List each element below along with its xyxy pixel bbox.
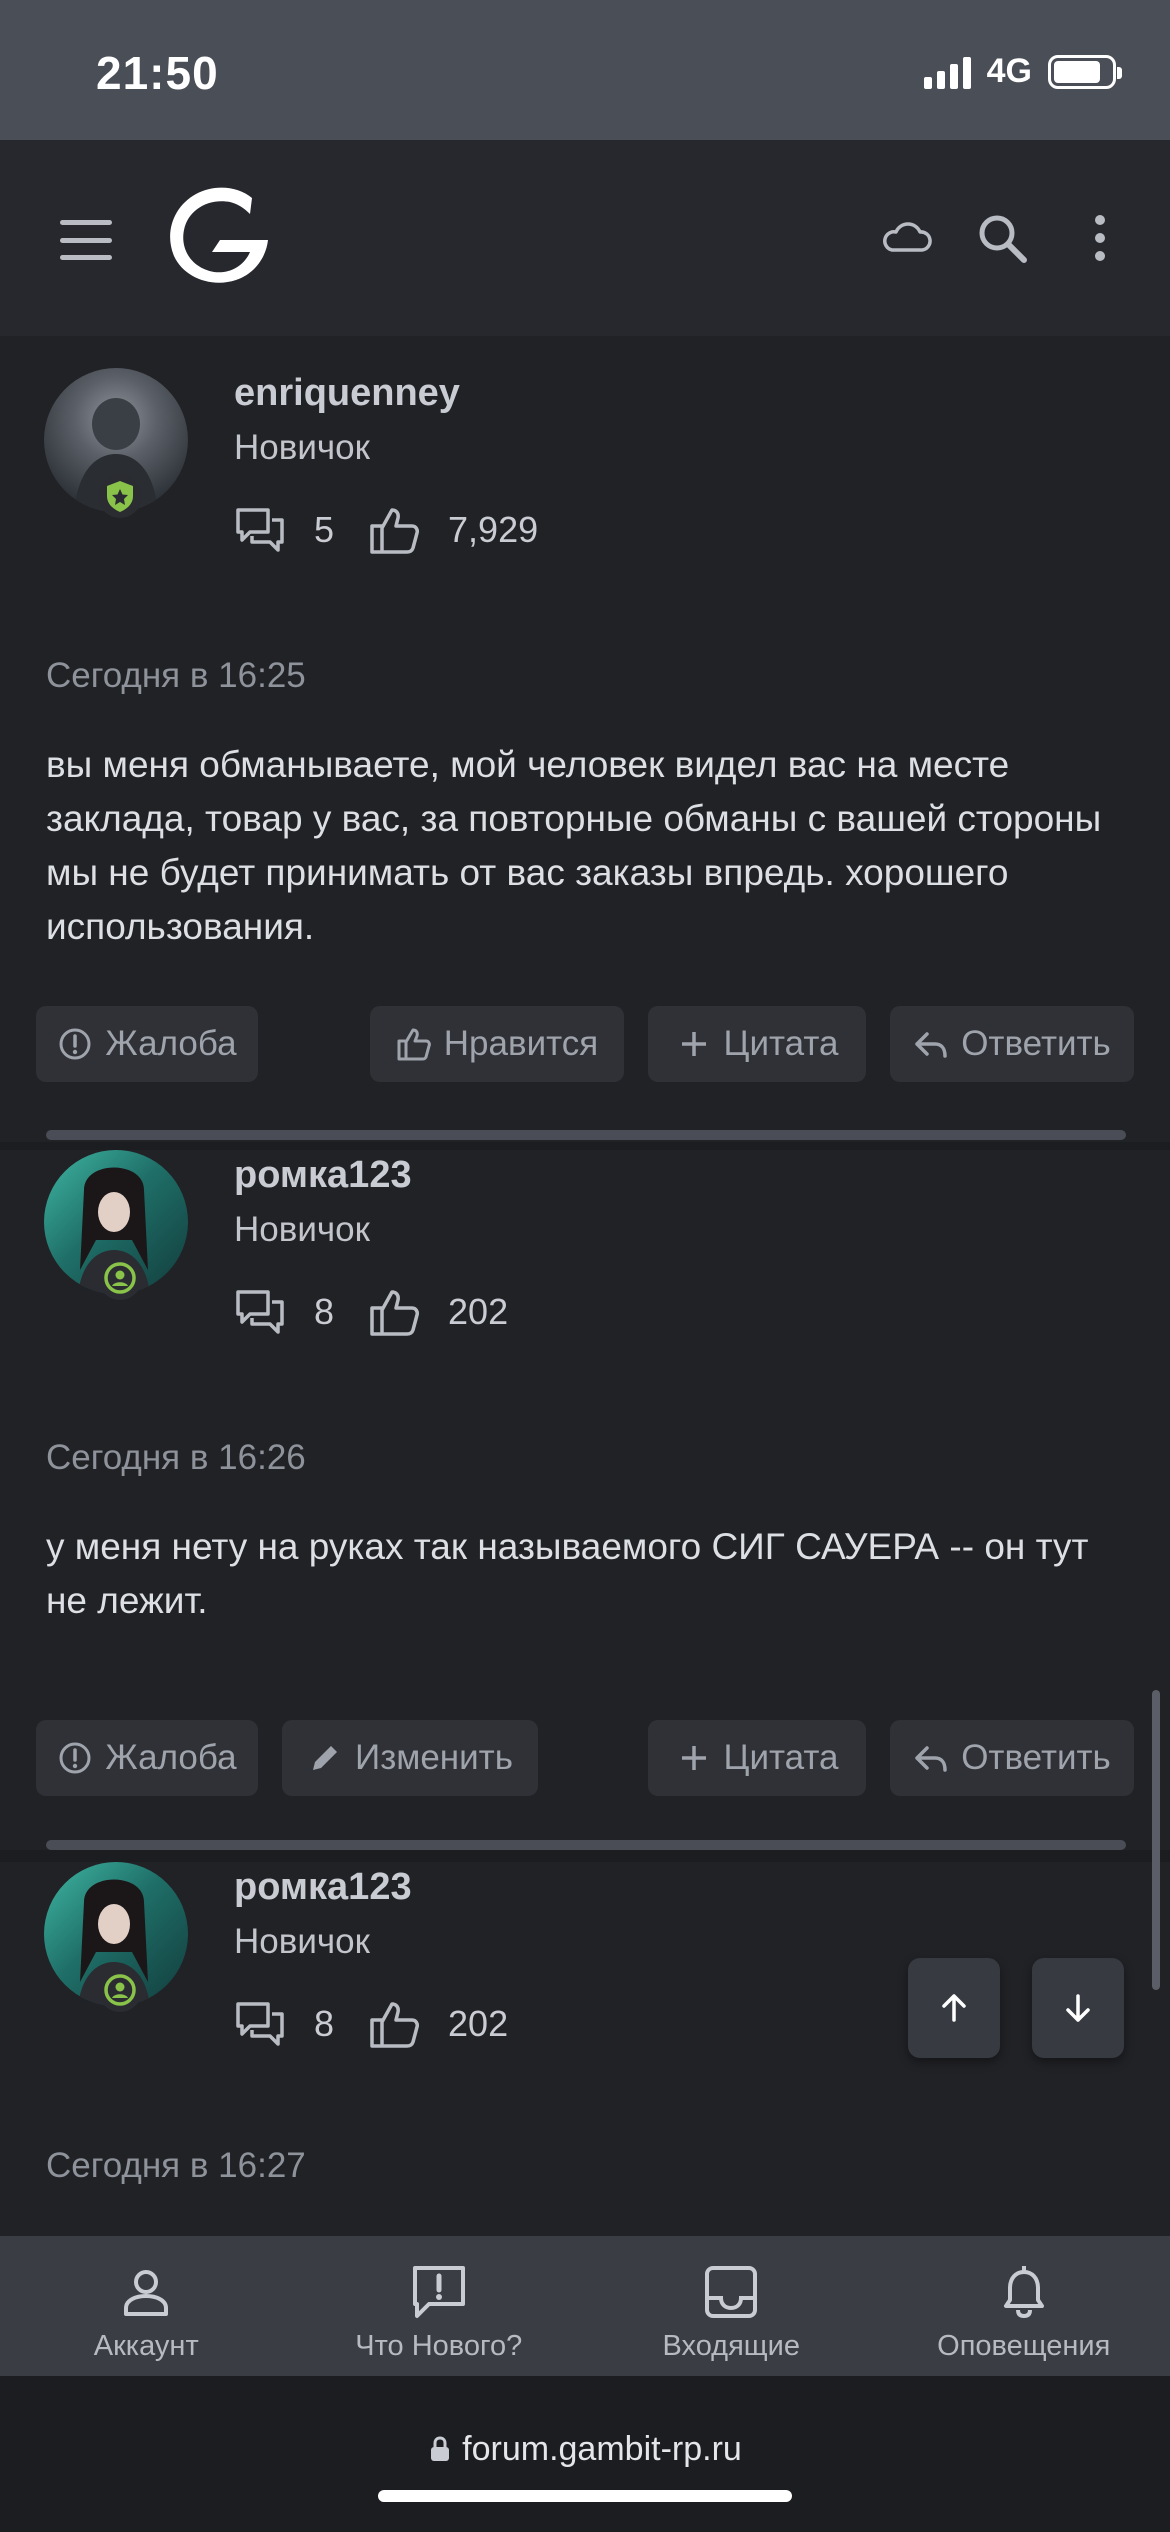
thumbs-up-icon [370,1290,420,1336]
reply-icon [915,1746,947,1772]
post-message: у меня нету на руках так называемого СИГ… [46,1526,1089,1621]
report-icon [59,1028,91,1060]
gambit-logo[interactable] [156,180,276,292]
more-icon[interactable] [1070,208,1130,268]
post-timestamp[interactable]: Сегодня в 16:27 [46,2146,306,2186]
messages-icon [236,2002,284,2046]
status-time: 21:50 [96,47,219,99]
post-separator [46,1840,1126,1850]
url-text: forum.gambit-rp.ru [462,2430,742,2468]
nav-account[interactable]: Аккаунт [0,2236,293,2376]
url-display[interactable]: forum.gambit-rp.ru [0,2430,1170,2469]
staff-shield-icon [98,474,142,518]
quote-button[interactable]: Цитата [648,1006,866,1082]
nav-whats-new[interactable]: Что Нового? [293,2236,586,2376]
thread-content: enriquenney Новичок 5 7,929 Сегодня в 16… [0,336,1170,2236]
network-type: 4G [986,52,1032,90]
whats-new-icon [412,2266,465,2318]
inbox-icon [705,2266,758,2318]
app-header [0,140,1170,336]
username[interactable]: enriquenney [234,372,460,415]
cloud-icon[interactable] [876,208,936,268]
reactions-count: 202 [448,1291,509,1332]
report-button[interactable]: Жалоба [36,1720,258,1796]
messages-count: 8 [314,1291,335,1332]
status-bar: 21:50 4G [0,0,1170,140]
search-icon[interactable] [972,208,1032,268]
menu-icon[interactable] [60,220,112,260]
user-stats: 5 7,929 [234,504,572,556]
lock-icon [431,2436,450,2461]
plus-icon [681,1746,706,1770]
user-stats: 8 202 [234,1286,542,1338]
battery-icon [1048,54,1122,89]
plus-icon [681,1032,706,1056]
username[interactable]: ромка123 [234,1154,412,1197]
user-stats: 8 202 [234,1998,542,2050]
arrow-down-icon [1066,1994,1090,2022]
post-message: вы меня обманываете, мой человек видел в… [46,744,1102,947]
reactions-count: 7,929 [448,509,539,550]
arrow-up-icon [942,1994,966,2022]
report-button[interactable]: Жалоба [36,1006,258,1082]
messages-icon [236,508,284,552]
scroll-up-button[interactable] [908,1958,1000,2058]
edit-button[interactable]: Изменить [282,1720,538,1796]
member-badge-icon [98,1256,142,1300]
user-title: Новичок [234,428,370,467]
report-icon [59,1742,91,1774]
reactions-count: 202 [448,2003,509,2044]
post-separator [46,1130,1126,1140]
reply-button[interactable]: Ответить [890,1720,1134,1796]
member-badge-icon [98,1968,142,2012]
account-icon [124,2270,169,2316]
thumbs-up-icon [397,1028,431,1061]
username[interactable]: ромка123 [234,1866,412,1909]
nav-notifications[interactable]: Оповещения [878,2236,1170,2376]
bottom-nav: Аккаунт Что Нового? Входящие Оповещения [0,2236,1170,2376]
post-timestamp[interactable]: Сегодня в 16:26 [46,1438,306,1478]
scrollbar[interactable] [1152,1690,1160,1990]
thumbs-up-icon [370,2002,420,2048]
user-title: Новичок [234,1210,370,1249]
post: ромка123 Новичок 8 202 Сегодня в 16:26 у… [0,1150,1170,1850]
user-title: Новичок [234,1922,370,1961]
signal-icon [923,55,971,89]
post: enriquenney Новичок 5 7,929 Сегодня в 16… [0,336,1170,1142]
nav-inbox[interactable]: Входящие [585,2236,878,2376]
like-button[interactable]: Нравится [370,1006,624,1082]
messages-icon [236,1290,284,1334]
post-timestamp[interactable]: Сегодня в 16:25 [46,656,306,696]
messages-count: 8 [314,2003,335,2044]
status-indicators: 4G [923,52,1122,91]
messages-count: 5 [314,509,335,550]
scroll-down-button[interactable] [1032,1958,1124,2058]
reply-icon [915,1032,947,1058]
thumbs-up-icon [370,508,420,554]
browser-url-bar[interactable]: forum.gambit-rp.ru [0,2376,1170,2532]
quote-button[interactable]: Цитата [648,1720,866,1796]
reply-button[interactable]: Ответить [890,1006,1134,1082]
pencil-icon [313,1746,338,1770]
bell-icon [1003,2266,1044,2319]
home-indicator[interactable] [378,2490,792,2502]
